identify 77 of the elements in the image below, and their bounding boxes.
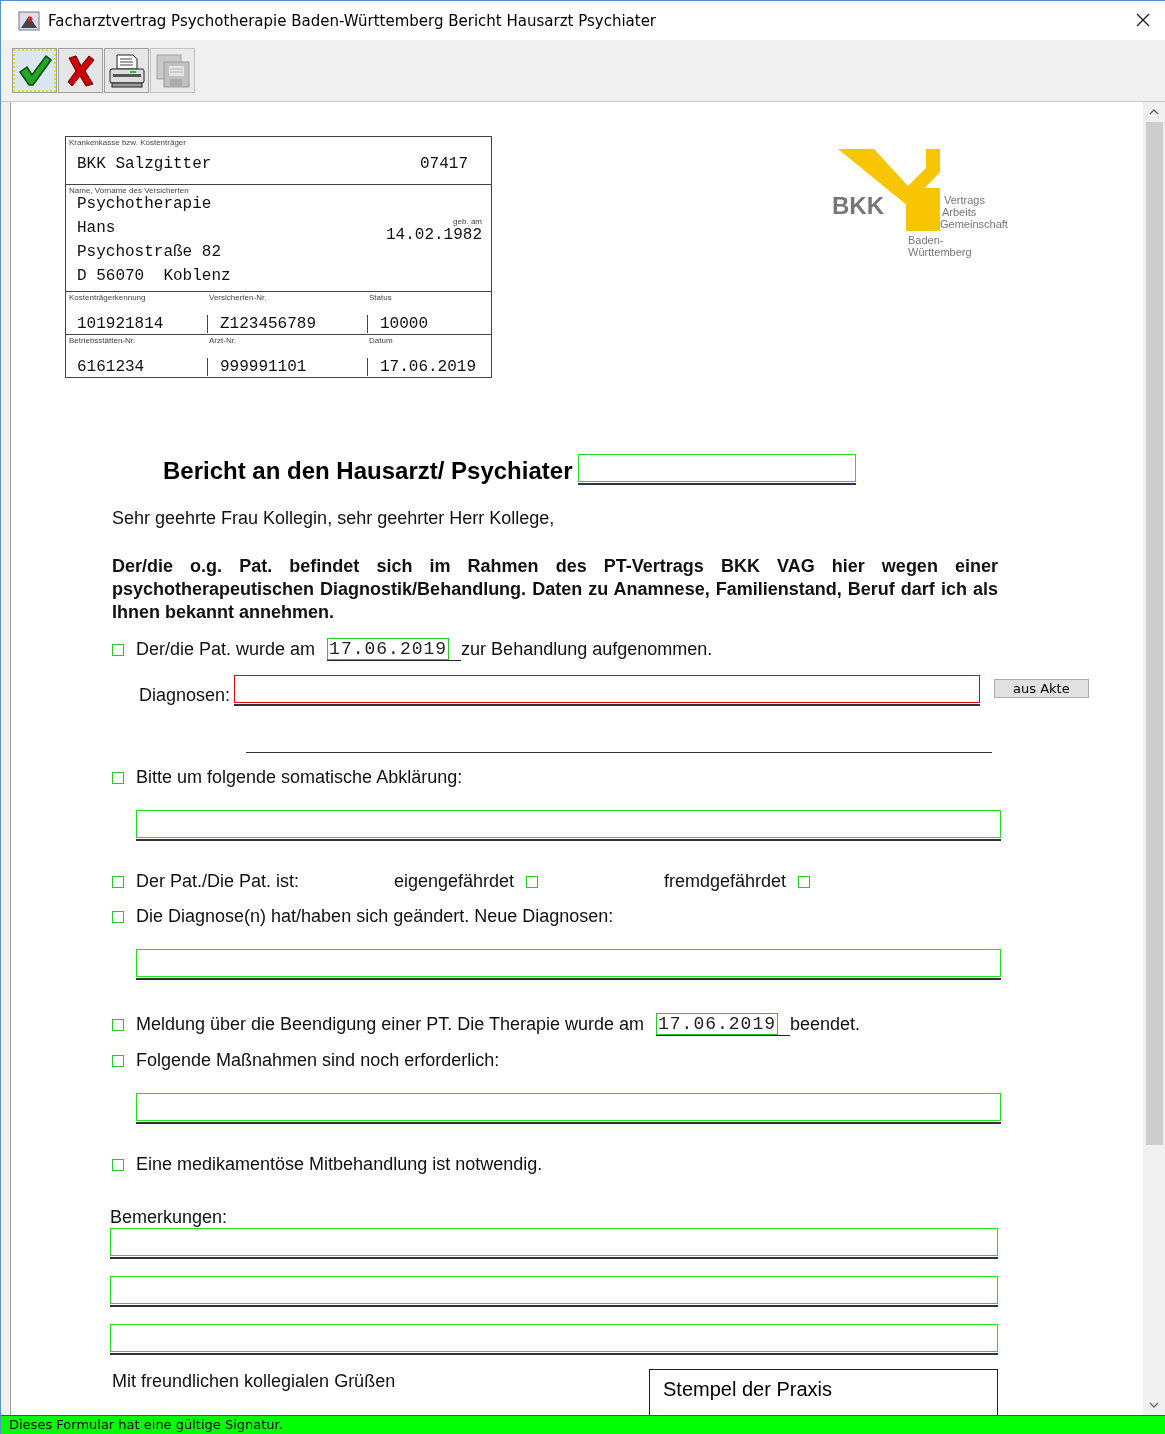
- checkbox[interactable]: [112, 875, 124, 888]
- input-field[interactable]: [136, 810, 1001, 838]
- remarks-field[interactable]: [110, 1276, 998, 1304]
- toolbar-button[interactable]: [12, 48, 57, 93]
- card-value: 999991101: [207, 358, 369, 376]
- checkbox[interactable]: [112, 1158, 124, 1171]
- checkmark-icon: [17, 53, 52, 88]
- logo-text: Württemberg: [908, 246, 972, 258]
- floppy-disk-icon: [154, 52, 191, 89]
- card-label: Status: [369, 293, 393, 302]
- logo-text: Gemeinschaft: [940, 218, 1008, 230]
- card-value: Z123456789: [207, 315, 369, 333]
- option-label: Bitte um folgende somatische Abklärung:: [136, 767, 463, 788]
- option-label: Folgende Maßnahmen sind noch erforderlich:: [136, 1050, 500, 1071]
- card-label: Krankenkasse bzw. Kostenträger: [69, 138, 187, 147]
- intro-paragraph: Der/die o.g. Pat. befindet sich im Rahmen des PT-Vertrags BKK VAG hier wegen einer psychotherapeutischen Diagnostik/Behandlung. Daten zu Anamnese, Familienstand, Beruf darf ich als Ihnen bekannt annehmen.: [112, 555, 998, 624]
- card-label: Kostenträgerkennung: [69, 293, 147, 302]
- card-label: Versicherten-Nr.: [209, 293, 268, 302]
- remarks-field[interactable]: [110, 1228, 998, 1256]
- salutation-text: Sehr geehrte Frau Kollegin, sehr geehrter Herr Kollege,: [112, 508, 556, 529]
- checkbox[interactable]: [112, 1018, 124, 1031]
- report-heading: Bericht an den Hausarzt/ Psychiater: [163, 457, 573, 485]
- input-field[interactable]: [136, 1093, 1001, 1121]
- card-value: 10000: [367, 315, 488, 333]
- date-field[interactable]: 17.06.2019: [327, 638, 450, 660]
- card-label: Name, Vorname des Versicherten: [69, 186, 190, 195]
- option-label: Der Pat./Die Pat. ist:: [136, 871, 301, 892]
- option-label: Eine medikamentöse Mitbehandlung ist notwendig.: [136, 1154, 543, 1175]
- sentence-text: Der/die Pat. wurde am: [136, 639, 316, 660]
- sentence-text: zur Behandlung aufgenommen.: [461, 639, 713, 660]
- logo-text: Arbeits: [942, 206, 977, 218]
- printer-icon: [107, 52, 146, 89]
- diagnoses-field[interactable]: [234, 675, 981, 703]
- card-value: Hans: [77, 219, 117, 238]
- cross-icon: [65, 53, 96, 88]
- option-label: eigengefährdet: [394, 871, 515, 892]
- sentence-text: beendet.: [790, 1014, 861, 1035]
- logo-text: Vertrags: [944, 194, 985, 206]
- option-label: Die Diagnose(n) hat/haben sich geändert. Neue Diagnosen:: [136, 906, 614, 927]
- checkbox[interactable]: [112, 643, 124, 656]
- card-value: BKK Salzgitter: [77, 155, 212, 173]
- logo-text: Baden-: [908, 234, 944, 246]
- date-field[interactable]: 17.06.2019: [656, 1013, 778, 1035]
- checkbox[interactable]: [112, 910, 124, 923]
- remarks-label: Bemerkungen:: [110, 1207, 229, 1228]
- card-label: Arzt-Nr.: [209, 336, 238, 345]
- card-label: Datum: [369, 336, 394, 345]
- card-value: Psychotherapie: [77, 195, 213, 214]
- closing-text: Mit freundlichen kollegialen Grüßen: [112, 1371, 396, 1393]
- window-title: Facharztvertrag Psychotherapie Baden-Württemberg Bericht Hausarzt Psychiater: [48, 11, 658, 30]
- card-value: D 56070 Koblenz: [77, 267, 231, 286]
- remarks-field[interactable]: [110, 1324, 998, 1352]
- checkbox[interactable]: [798, 875, 811, 888]
- checkbox[interactable]: [526, 875, 539, 888]
- card-label: Betriebsstätten-Nr.: [69, 336, 137, 345]
- card-value: 14.02.1982: [386, 226, 482, 244]
- stamp-label: Stempel der Praxis: [663, 1378, 832, 1400]
- toolbar-button[interactable]: [58, 48, 103, 93]
- card-value: 17.06.2019: [367, 358, 488, 376]
- toolbar-button[interactable]: [104, 48, 149, 93]
- option-label: fremdgefährdet: [664, 871, 787, 892]
- app-icon: [18, 10, 40, 31]
- logo-brand: BKK: [832, 192, 884, 219]
- input-field[interactable]: [136, 949, 1001, 977]
- card-value: Psychostraße 82: [77, 243, 223, 262]
- status-bar: Dieses Formular hat eine gültige Signatur.: [1, 1415, 1165, 1434]
- card-label: geb. am: [453, 217, 482, 226]
- checkbox[interactable]: [112, 771, 124, 784]
- sentence-text: Meldung über die Beendigung einer PT. Die Therapie wurde am: [136, 1014, 644, 1035]
- close-icon: [1135, 12, 1151, 28]
- card-value: 07417: [420, 155, 468, 173]
- card-value: 6161234: [76, 358, 146, 376]
- field-label: Diagnosen:: [139, 685, 231, 706]
- from-record-button[interactable]: aus Akte: [994, 679, 1089, 698]
- checkbox[interactable]: [112, 1054, 124, 1067]
- recipient-field[interactable]: [578, 454, 857, 482]
- card-value: 101921814: [76, 315, 165, 333]
